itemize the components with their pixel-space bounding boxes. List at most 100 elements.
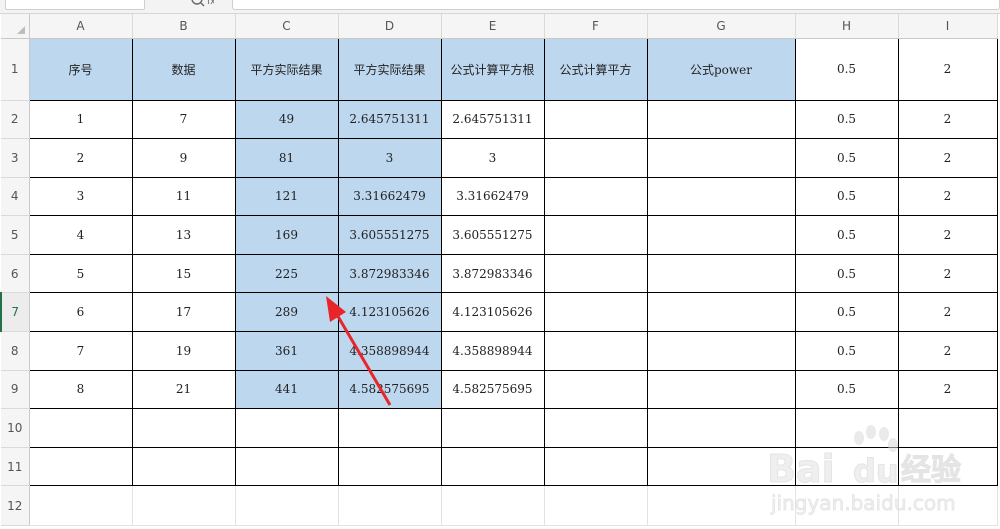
cell-e2[interactable]: 2.645751311 <box>440 99 545 140</box>
row-header-4[interactable]: 4 <box>1 177 30 217</box>
row-header-9[interactable]: 9 <box>1 370 30 410</box>
cell-d7[interactable]: 4.123105626 <box>337 292 442 333</box>
cell-h10[interactable] <box>794 408 899 448</box>
row-header-6[interactable]: 6 <box>1 254 30 294</box>
column-header-c[interactable]: C <box>235 14 339 39</box>
cell-a1[interactable]: 序号 <box>28 37 133 101</box>
row-header-1[interactable]: 1 <box>1 38 30 101</box>
select-all-corner[interactable] <box>1 14 30 39</box>
cell-a2[interactable]: 1 <box>28 99 133 140</box>
cell-d11[interactable] <box>337 446 442 487</box>
cell-a4[interactable]: 3 <box>28 176 133 217</box>
cell-h7[interactable]: 0.5 <box>794 292 899 333</box>
cell-b10[interactable] <box>131 408 236 448</box>
cell-d8[interactable]: 4.358898944 <box>337 331 442 371</box>
cell-b6[interactable]: 15 <box>131 253 236 294</box>
cell-d1[interactable]: 平方实际结果 <box>337 37 442 101</box>
cell-g7[interactable] <box>646 292 796 333</box>
cell-c11[interactable] <box>234 446 339 487</box>
cell-c12[interactable] <box>234 485 339 527</box>
row-header-8[interactable]: 8 <box>1 331 30 371</box>
cell-b8[interactable]: 19 <box>131 331 236 371</box>
cell-i9[interactable]: 2 <box>897 369 998 410</box>
cell-g8[interactable] <box>646 331 796 371</box>
cell-h1[interactable]: 0.5 <box>794 37 899 101</box>
cell-d3[interactable]: 3 <box>337 138 442 178</box>
cell-c3[interactable]: 81 <box>234 138 339 178</box>
cell-h9[interactable]: 0.5 <box>794 369 899 410</box>
cell-h11[interactable] <box>794 446 899 487</box>
cell-d10[interactable] <box>337 408 442 448</box>
cell-a11[interactable] <box>28 446 133 487</box>
cell-i3[interactable]: 2 <box>897 138 998 178</box>
cell-h12[interactable] <box>794 485 899 527</box>
cell-f7[interactable] <box>543 292 648 333</box>
cell-e3[interactable]: 3 <box>440 138 545 178</box>
cell-f5[interactable] <box>543 215 648 255</box>
cell-f12[interactable] <box>543 485 648 527</box>
column-header-h[interactable]: H <box>795 14 899 39</box>
name-box[interactable]: ▼ <box>5 0 145 10</box>
cell-g9[interactable] <box>646 369 796 410</box>
cell-b2[interactable]: 7 <box>131 99 236 140</box>
cell-a3[interactable]: 2 <box>28 138 133 178</box>
row-header-12[interactable]: 12 <box>1 485 30 527</box>
column-header-g[interactable]: G <box>647 14 796 39</box>
cell-g3[interactable] <box>646 138 796 178</box>
cell-f11[interactable] <box>543 446 648 487</box>
cell-d9[interactable]: 4.582575695 <box>337 369 442 410</box>
cell-i4[interactable]: 2 <box>897 176 998 217</box>
cell-i10[interactable] <box>897 408 998 448</box>
cell-i7[interactable]: 2 <box>897 292 998 333</box>
cell-g1[interactable]: 公式power <box>646 37 796 101</box>
cell-f6[interactable] <box>543 253 648 294</box>
cell-e11[interactable] <box>440 446 545 487</box>
cell-b7[interactable]: 17 <box>131 292 236 333</box>
column-header-f[interactable]: F <box>544 14 648 39</box>
cell-a9[interactable]: 8 <box>28 369 133 410</box>
cell-f2[interactable] <box>543 99 648 140</box>
cell-i2[interactable]: 2 <box>897 99 998 140</box>
cell-i8[interactable]: 2 <box>897 331 998 371</box>
cell-i1[interactable]: 2 <box>897 37 998 101</box>
cell-a12[interactable] <box>28 485 133 527</box>
row-header-5[interactable]: 5 <box>1 215 30 255</box>
cell-e7[interactable]: 4.123105626 <box>440 292 545 333</box>
select-all-triangle-icon[interactable] <box>16 25 25 34</box>
cell-f10[interactable] <box>543 408 648 448</box>
cell-b1[interactable]: 数据 <box>131 37 236 101</box>
zoom-icon[interactable]: fx <box>190 0 214 10</box>
cell-g10[interactable] <box>646 408 796 448</box>
cell-h8[interactable]: 0.5 <box>794 331 899 371</box>
cell-h6[interactable]: 0.5 <box>794 253 899 294</box>
row-header-2[interactable]: 2 <box>1 100 30 140</box>
cell-c7[interactable]: 289 <box>234 292 339 333</box>
cell-a8[interactable]: 7 <box>28 331 133 371</box>
cell-g12[interactable] <box>646 485 796 527</box>
cell-a10[interactable] <box>28 408 133 448</box>
cell-c5[interactable]: 169 <box>234 215 339 255</box>
cell-e8[interactable]: 4.358898944 <box>440 331 545 371</box>
cell-i12[interactable] <box>897 485 998 527</box>
row-header-3[interactable]: 3 <box>1 138 30 178</box>
cell-c6[interactable]: 225 <box>234 253 339 294</box>
row-header-10[interactable]: 10 <box>1 408 30 448</box>
cell-h2[interactable]: 0.5 <box>794 99 899 140</box>
cell-g11[interactable] <box>646 446 796 487</box>
cell-h3[interactable]: 0.5 <box>794 138 899 178</box>
cell-e6[interactable]: 3.872983346 <box>440 253 545 294</box>
cell-d6[interactable]: 3.872983346 <box>337 253 442 294</box>
cell-c4[interactable]: 121 <box>234 176 339 217</box>
cell-h4[interactable]: 0.5 <box>794 176 899 217</box>
cell-f4[interactable] <box>543 176 648 217</box>
cell-c2[interactable]: 49 <box>234 99 339 140</box>
cell-g6[interactable] <box>646 253 796 294</box>
cell-e4[interactable]: 3.31662479 <box>440 176 545 217</box>
cell-a5[interactable]: 4 <box>28 215 133 255</box>
cell-i5[interactable]: 2 <box>897 215 998 255</box>
cell-b4[interactable]: 11 <box>131 176 236 217</box>
cell-e5[interactable]: 3.605551275 <box>440 215 545 255</box>
cell-d5[interactable]: 3.605551275 <box>337 215 442 255</box>
cell-b9[interactable]: 21 <box>131 369 236 410</box>
cell-b12[interactable] <box>131 485 236 527</box>
